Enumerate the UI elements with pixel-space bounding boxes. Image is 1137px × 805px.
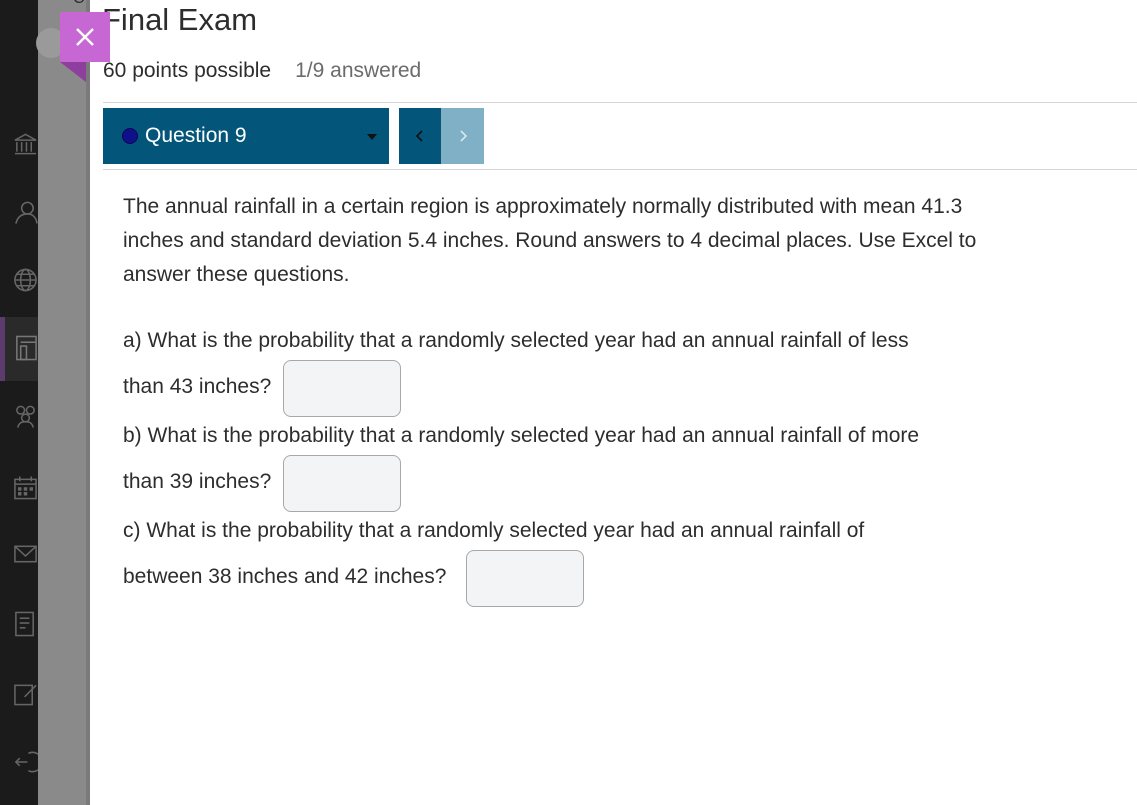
chevron-left-icon	[415, 130, 423, 142]
part-c-prompt: c) What is the probability that a random…	[123, 519, 865, 542]
history-icon[interactable]	[0, 602, 38, 646]
answer-input-c[interactable]	[466, 550, 584, 607]
previous-question-button[interactable]	[399, 108, 441, 164]
part-a-prompt: a) What is the probability that a random…	[123, 329, 909, 352]
question-status-dot	[122, 128, 138, 144]
bank-icon[interactable]	[0, 122, 38, 166]
part-b-prompt-cont: than 39 inches?	[123, 470, 272, 493]
next-question-button[interactable]	[441, 108, 484, 164]
answer-input-b[interactable]	[283, 455, 401, 512]
points-possible: 60 points possible	[103, 59, 272, 82]
edit-icon[interactable]	[0, 672, 38, 716]
modal-backdrop	[38, 0, 90, 805]
question-selector[interactable]: Question 9	[103, 108, 389, 164]
account-icon[interactable]	[0, 190, 38, 234]
groups-icon[interactable]	[0, 394, 38, 438]
part-a-prompt-cont: than 43 inches?	[123, 375, 272, 398]
question-intro: The annual rainfall in a certain region …	[123, 195, 977, 286]
calendar-icon[interactable]	[0, 466, 38, 510]
part-c-prompt-cont: between 38 inches and 42 inches?	[123, 565, 447, 588]
close-button[interactable]	[60, 12, 110, 62]
chevron-right-icon	[459, 130, 467, 142]
answer-input-a[interactable]	[283, 360, 401, 417]
answered-count: 1/9 answered	[295, 59, 422, 82]
global-nav	[0, 0, 38, 805]
logout-icon[interactable]	[0, 740, 38, 784]
divider	[103, 102, 1137, 103]
close-icon	[76, 28, 94, 46]
caret-down-icon	[367, 134, 377, 140]
part-b-prompt: b) What is the probability that a random…	[123, 424, 920, 447]
question-selector-label: Question 9	[145, 124, 247, 147]
divider	[103, 169, 1137, 170]
backdrop-text: C	[73, 0, 85, 8]
exam-meta: 60 points possible 1/9 answered	[103, 59, 421, 83]
globe-icon[interactable]	[0, 258, 38, 302]
courses-icon[interactable]	[0, 326, 38, 370]
inbox-icon[interactable]	[0, 532, 38, 576]
close-button-fold	[60, 62, 86, 82]
page-title: Final Exam	[102, 2, 258, 37]
